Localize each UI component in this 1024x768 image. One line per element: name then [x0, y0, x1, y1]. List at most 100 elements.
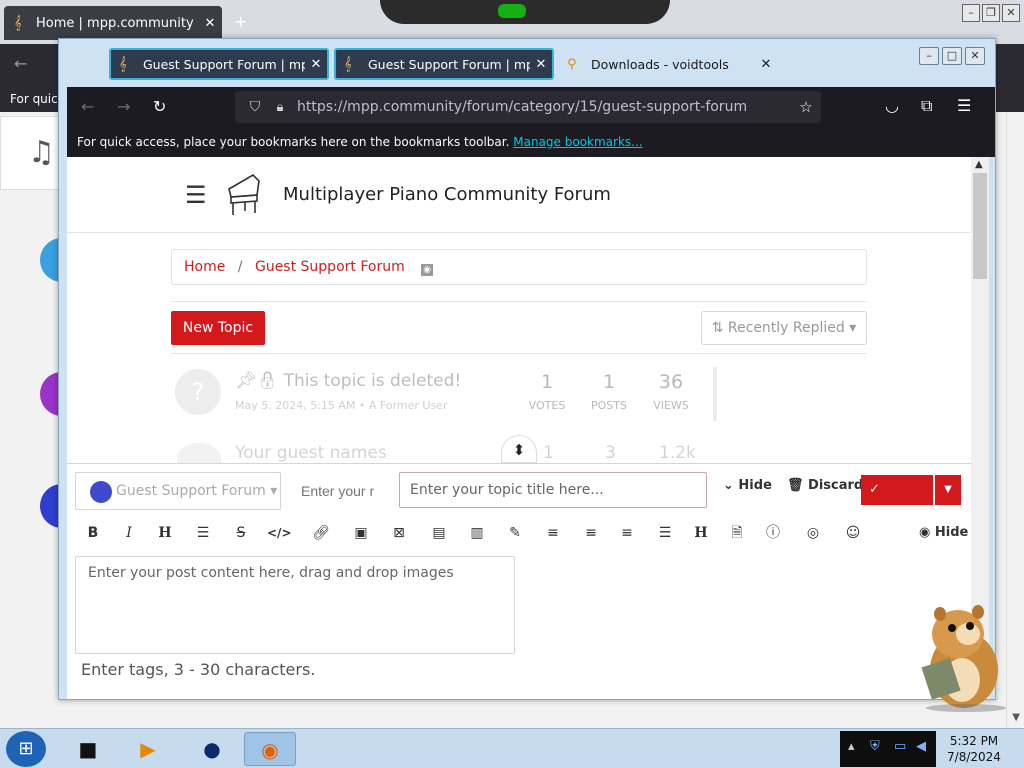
maximize-icon[interactable]: □	[942, 47, 962, 65]
tray-shield-icon[interactable]: ⛨	[870, 739, 880, 754]
card-icon[interactable]: ▤	[427, 520, 451, 546]
category-selector[interactable]: Guest Support Forum ▾	[75, 472, 281, 510]
pocket-icon[interactable]: ◡	[885, 96, 899, 115]
hide-button[interactable]: ⌄ Hide	[723, 478, 772, 493]
submit-options-caret-icon[interactable]: ▼	[935, 475, 961, 505]
tray-volume-icon[interactable]: ◀	[916, 739, 926, 754]
hide-preview-button[interactable]: ◉ Hide I	[919, 520, 971, 546]
category-label: Guest Support Forum	[116, 483, 266, 499]
url-bar[interactable]: ⛉ 🔒︎ https://mpp.community/forum/categor…	[235, 91, 821, 123]
close-window-icon[interactable]: ✕	[1002, 4, 1020, 22]
grand-piano-logo-icon[interactable]	[223, 171, 265, 217]
composer-resize-handle-icon[interactable]: ⬍	[501, 435, 537, 463]
caret-down-icon: ▾	[265, 483, 278, 499]
topic-title[interactable]: 📌︎🔒︎ This topic is deleted!	[235, 371, 461, 391]
extensions-icon[interactable]: ⧉	[921, 96, 932, 116]
tray-arrow-icon[interactable]: ▴	[848, 739, 855, 754]
strikethrough-icon[interactable]: S	[229, 520, 253, 546]
file-icon[interactable]: 🗎	[725, 520, 749, 546]
tab-downloads-voidtools[interactable]: ⚲ Downloads - voidtools ✕	[559, 48, 777, 80]
image-icon[interactable]: ▣	[349, 520, 373, 546]
hamburger-menu-icon[interactable]: ☰	[185, 181, 207, 209]
close-tab-icon[interactable]: ✕	[305, 57, 327, 72]
navigation-bar: ← → ↻ ⛉ 🔒︎ https://mpp.community/forum/c…	[67, 87, 995, 127]
scroll-down-icon[interactable]: ▼	[1012, 712, 1020, 723]
discard-button[interactable]: 🗑︎ Discard	[787, 478, 863, 493]
check-icon: ✓	[869, 482, 880, 497]
submit-button[interactable]: ✓ Submit	[861, 475, 933, 527]
votes-count: 1	[543, 443, 554, 463]
background-back-icon[interactable]: ←	[14, 54, 27, 73]
header-icon[interactable]: H	[689, 520, 713, 546]
bold-icon[interactable]: B	[81, 520, 105, 546]
tags-input[interactable]: Enter tags, 3 - 30 characters.	[81, 660, 315, 679]
menu-icon[interactable]: ☰	[957, 96, 971, 115]
align-right-icon[interactable]: ≡	[615, 520, 639, 546]
manage-bookmarks-link[interactable]: Manage bookmarks...	[513, 135, 642, 149]
close-tab-icon[interactable]: ✕	[198, 16, 222, 31]
handle-input[interactable]	[295, 472, 383, 510]
background-tab[interactable]: 𝄞 Home | mpp.community ✕	[4, 6, 222, 40]
hide-label: Hide	[738, 478, 772, 493]
taskbar-app-firefox-icon[interactable]: ◉	[244, 732, 296, 766]
scrollbar-thumb[interactable]	[973, 173, 987, 279]
eye-slash-icon[interactable]: ◎	[801, 520, 825, 546]
minimize-icon[interactable]: –	[919, 47, 939, 65]
taskbar-app-terminal-icon[interactable]: ■	[62, 732, 114, 766]
pen-icon[interactable]: ✎	[503, 520, 527, 546]
clock[interactable]: 5:32 PM 7/8/2024	[944, 733, 1004, 765]
taskbar-app-media-player-icon[interactable]: ▶	[122, 732, 174, 766]
start-button-windows-icon[interactable]: ⊞	[6, 731, 46, 767]
tab-guest-support-2[interactable]: 𝄞 Guest Support Forum | mpp.co ✕	[334, 48, 554, 80]
site-title[interactable]: Multiplayer Piano Community Forum	[283, 184, 611, 205]
chart-icon[interactable]: ▥	[465, 520, 489, 546]
grid-icon[interactable]: ⊠	[387, 520, 411, 546]
minimize-icon[interactable]: –	[962, 4, 980, 22]
italic-icon[interactable]: I	[117, 520, 141, 546]
bookmarks-bar-text: For quick access, place your bookmarks h…	[77, 135, 510, 149]
tab-label: Guest Support Forum | mpp.co	[143, 56, 305, 72]
breadcrumb-home[interactable]: Home	[184, 259, 225, 275]
post-content-textarea[interactable]: Enter your post content here, drag and d…	[75, 556, 515, 654]
lock-icon[interactable]: 🔒︎	[269, 100, 291, 115]
heading-icon[interactable]: H	[153, 520, 177, 546]
divider	[171, 301, 867, 302]
tray-network-icon[interactable]: ▭	[894, 739, 906, 754]
topic-row[interactable]: Your guest names 1 3 1.2k	[171, 443, 771, 473]
list-icon[interactable]: ☰	[191, 520, 215, 546]
background-window-controls: – ❐ ✕	[962, 4, 1020, 22]
link-icon[interactable]: 🔗︎	[309, 520, 333, 546]
align-justify-icon[interactable]: ☰	[653, 520, 677, 546]
align-center-icon[interactable]: ≡	[579, 520, 603, 546]
close-tab-icon[interactable]: ✕	[755, 57, 777, 72]
topic-title[interactable]: Your guest names	[235, 443, 387, 463]
caret-down-icon: ▾	[844, 320, 857, 336]
url-text[interactable]: https://mpp.community/forum/category/15/…	[291, 99, 791, 115]
sort-dropdown[interactable]: ⇅ Recently Replied ▾	[701, 311, 867, 345]
bookmark-star-icon[interactable]: ☆	[791, 98, 821, 116]
shield-icon[interactable]: ⛉	[241, 99, 269, 115]
close-tab-icon[interactable]: ✕	[530, 57, 552, 72]
treble-clef-icon: 𝄞	[344, 56, 352, 72]
align-left-icon[interactable]: ≡	[541, 520, 565, 546]
breadcrumb-current[interactable]: Guest Support Forum	[255, 259, 405, 275]
close-window-icon[interactable]: ✕	[965, 47, 985, 65]
forward-icon[interactable]: →	[117, 97, 130, 116]
back-icon[interactable]: ←	[81, 97, 94, 116]
new-topic-button[interactable]: New Topic	[171, 311, 265, 345]
emoji-icon[interactable]: ☺	[841, 520, 865, 546]
topic-title-input[interactable]	[399, 472, 707, 508]
restore-icon[interactable]: ❐	[982, 4, 1000, 22]
tab-guest-support-1[interactable]: 𝄞 Guest Support Forum | mpp.co ✕	[109, 48, 329, 80]
info-icon[interactable]: ⓘ	[761, 520, 785, 546]
rss-icon[interactable]: ◉	[421, 264, 434, 276]
hamster-mascot-icon	[921, 605, 1006, 712]
topic-row[interactable]: ? 📌︎🔒︎ This topic is deleted! May 5, 202…	[171, 365, 731, 425]
scroll-up-icon[interactable]: ▲	[975, 159, 983, 170]
taskbar-app-globe-icon[interactable]: ●	[186, 732, 238, 766]
new-tab-icon[interactable]: +	[234, 12, 247, 31]
taskbar: ⊞ ■ ▶ ● ◉ ▴ ⛨ ▭ ◀ 5:32 PM 7/8/2024	[0, 728, 1024, 768]
tab-strip: 𝄞 Guest Support Forum | mpp.co ✕ 𝄞 Guest…	[59, 39, 995, 87]
code-icon[interactable]: </>	[267, 520, 292, 546]
reload-icon[interactable]: ↻	[153, 97, 166, 116]
